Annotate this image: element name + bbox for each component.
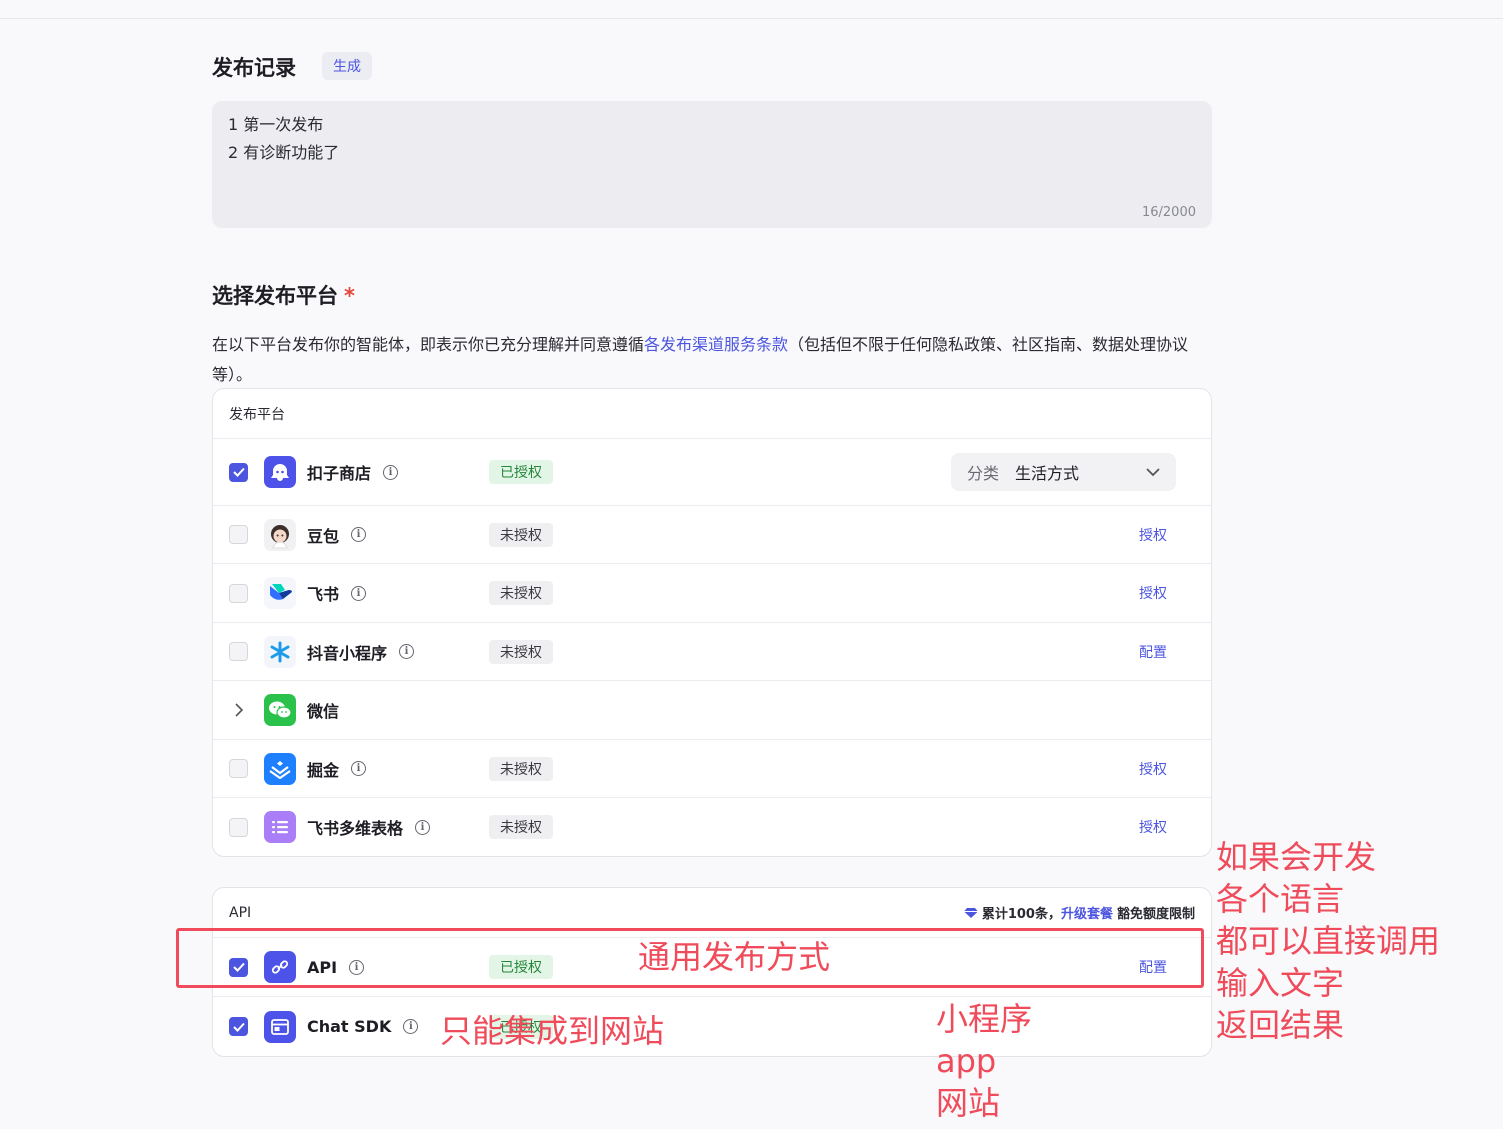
platform-row-doubao: 豆包 i 未授权 授权 [213, 506, 1211, 564]
platform-row-feishu: 飞书 i 未授权 授权 [213, 564, 1211, 623]
platform-description: 在以下平台发布你的智能体，即表示你已充分理解并同意遵循各发布渠道服务条款（包括但… [212, 330, 1212, 390]
annotation-line: 网站 [936, 1084, 1001, 1122]
diamond-icon [963, 907, 978, 918]
upgrade-plan-link[interactable]: 升级套餐 [1061, 903, 1113, 922]
terms-link[interactable]: 各发布渠道服务条款 [644, 335, 788, 354]
annotation-sdk-note: 只能集成到网站 [440, 1012, 665, 1050]
status-badge: 未授权 [489, 639, 553, 664]
juejin-icon [264, 752, 296, 785]
configure-button[interactable]: 配置 [1139, 642, 1167, 662]
api-header-label: API [229, 904, 252, 921]
chevron-right-icon[interactable] [229, 701, 248, 720]
checkbox[interactable] [229, 642, 248, 661]
authorize-button[interactable]: 授权 [1139, 525, 1167, 545]
quota-info: 累计100条， 升级套餐 豁免额度限制 [963, 903, 1195, 922]
annotation-line: 输入文字 [1216, 964, 1345, 1002]
bitable-list-icon [264, 811, 296, 843]
douyin-miniapp-icon [264, 635, 296, 668]
generate-button[interactable]: 生成 [322, 52, 372, 80]
category-value: 生活方式 [1015, 464, 1080, 483]
annotation-api-note: 通用发布方式 [638, 938, 831, 976]
annotation-line: 如果会开发 [1216, 838, 1377, 876]
platforms-card: 发布平台 扣子商店 i 已授权 分类 生活方式 豆包 i 未授权 授权 飞书 i… [212, 388, 1212, 857]
status-badge: 未授权 [489, 581, 553, 605]
feishu-icon [264, 577, 296, 609]
release-note-line: 2 有诊断功能了 [228, 143, 340, 162]
annotation-targets: 小程序 app 网站 [936, 998, 1032, 1124]
status-badge: 未授权 [489, 815, 553, 839]
chevron-down-icon [1146, 467, 1160, 477]
info-icon[interactable]: i [351, 585, 367, 601]
category-select[interactable]: 分类 生活方式 [951, 453, 1176, 491]
platform-name: 微信 [307, 702, 340, 721]
coze-store-icon [264, 456, 296, 488]
status-badge: 未授权 [489, 522, 553, 547]
info-icon[interactable]: i [383, 464, 399, 480]
char-counter: 16/2000 [1141, 205, 1196, 220]
info-icon[interactable]: i [403, 1019, 419, 1034]
platform-name: Chat SDK [307, 1017, 392, 1036]
platforms-header-label: 发布平台 [229, 406, 285, 423]
info-icon[interactable]: i [415, 819, 431, 835]
annotation-line: 各个语言 [1216, 880, 1345, 918]
status-badge: 未授权 [489, 756, 553, 781]
annotation-right-note: 如果会开发 各个语言 都可以直接调用 输入文字 返回结果 [1216, 836, 1440, 1046]
release-notes-textarea[interactable]: 1 第一次发布 2 有诊断功能了 16/2000 [212, 101, 1212, 228]
authorize-button[interactable]: 授权 [1139, 583, 1167, 603]
platform-name: 飞书 [307, 585, 340, 604]
info-icon[interactable]: i [351, 761, 367, 776]
doubao-avatar-icon [264, 518, 296, 551]
platform-row-coze-store: 扣子商店 i 已授权 分类 生活方式 [213, 439, 1211, 506]
authorize-button[interactable]: 授权 [1139, 817, 1167, 837]
platform-row-feishu-bitable: 飞书多维表格 i 未授权 授权 [213, 798, 1211, 856]
desc-text: 在以下平台发布你的智能体，即表示你已充分理解并同意遵循 [212, 335, 645, 354]
platform-row-juejin: 掘金 i 未授权 授权 [213, 740, 1211, 798]
checkbox[interactable] [229, 462, 248, 482]
quota-text: 豁免额度限制 [1116, 907, 1195, 922]
chat-sdk-row: Chat SDK i 已授权 [213, 997, 1211, 1056]
required-mark: * [344, 284, 355, 308]
info-icon[interactable]: i [399, 644, 415, 659]
checkbox[interactable] [229, 759, 248, 778]
annotation-line: 都可以直接调用 [1216, 922, 1441, 960]
annotation-line: app [936, 1042, 997, 1080]
checkbox[interactable] [229, 1017, 248, 1036]
wechat-icon [264, 694, 296, 726]
status-badge: 已授权 [489, 460, 553, 484]
platform-name: 扣子商店 [307, 464, 372, 483]
platform-section-title: 选择发布平台 * [212, 280, 355, 310]
top-divider [0, 18, 1503, 19]
category-label: 分类 [967, 464, 1000, 483]
platform-name: 飞书多维表格 [307, 819, 404, 838]
platform-row-wechat[interactable]: 微信 [213, 681, 1211, 740]
chat-sdk-window-icon [264, 1010, 296, 1043]
platform-name: 抖音小程序 [307, 643, 388, 663]
release-title: 发布记录 [212, 56, 296, 80]
annotation-line: 返回结果 [1216, 1006, 1345, 1044]
checkbox[interactable] [229, 817, 248, 837]
platform-name: 掘金 [307, 760, 340, 780]
authorize-button[interactable]: 授权 [1139, 759, 1167, 779]
annotation-line: 小程序 [936, 1000, 1033, 1038]
info-icon[interactable]: i [351, 527, 367, 542]
release-note-line: 1 第一次发布 [228, 115, 324, 134]
quota-text: 累计100条， [981, 907, 1061, 922]
checkbox[interactable] [229, 583, 248, 603]
checkbox[interactable] [229, 525, 248, 544]
check-icon [232, 467, 245, 477]
platform-name: 豆包 [307, 526, 340, 546]
platforms-card-header: 发布平台 [213, 389, 1211, 439]
platform-row-douyin-miniapp: 抖音小程序 i 未授权 配置 [213, 623, 1211, 681]
platform-title-text: 选择发布平台 [212, 284, 338, 308]
